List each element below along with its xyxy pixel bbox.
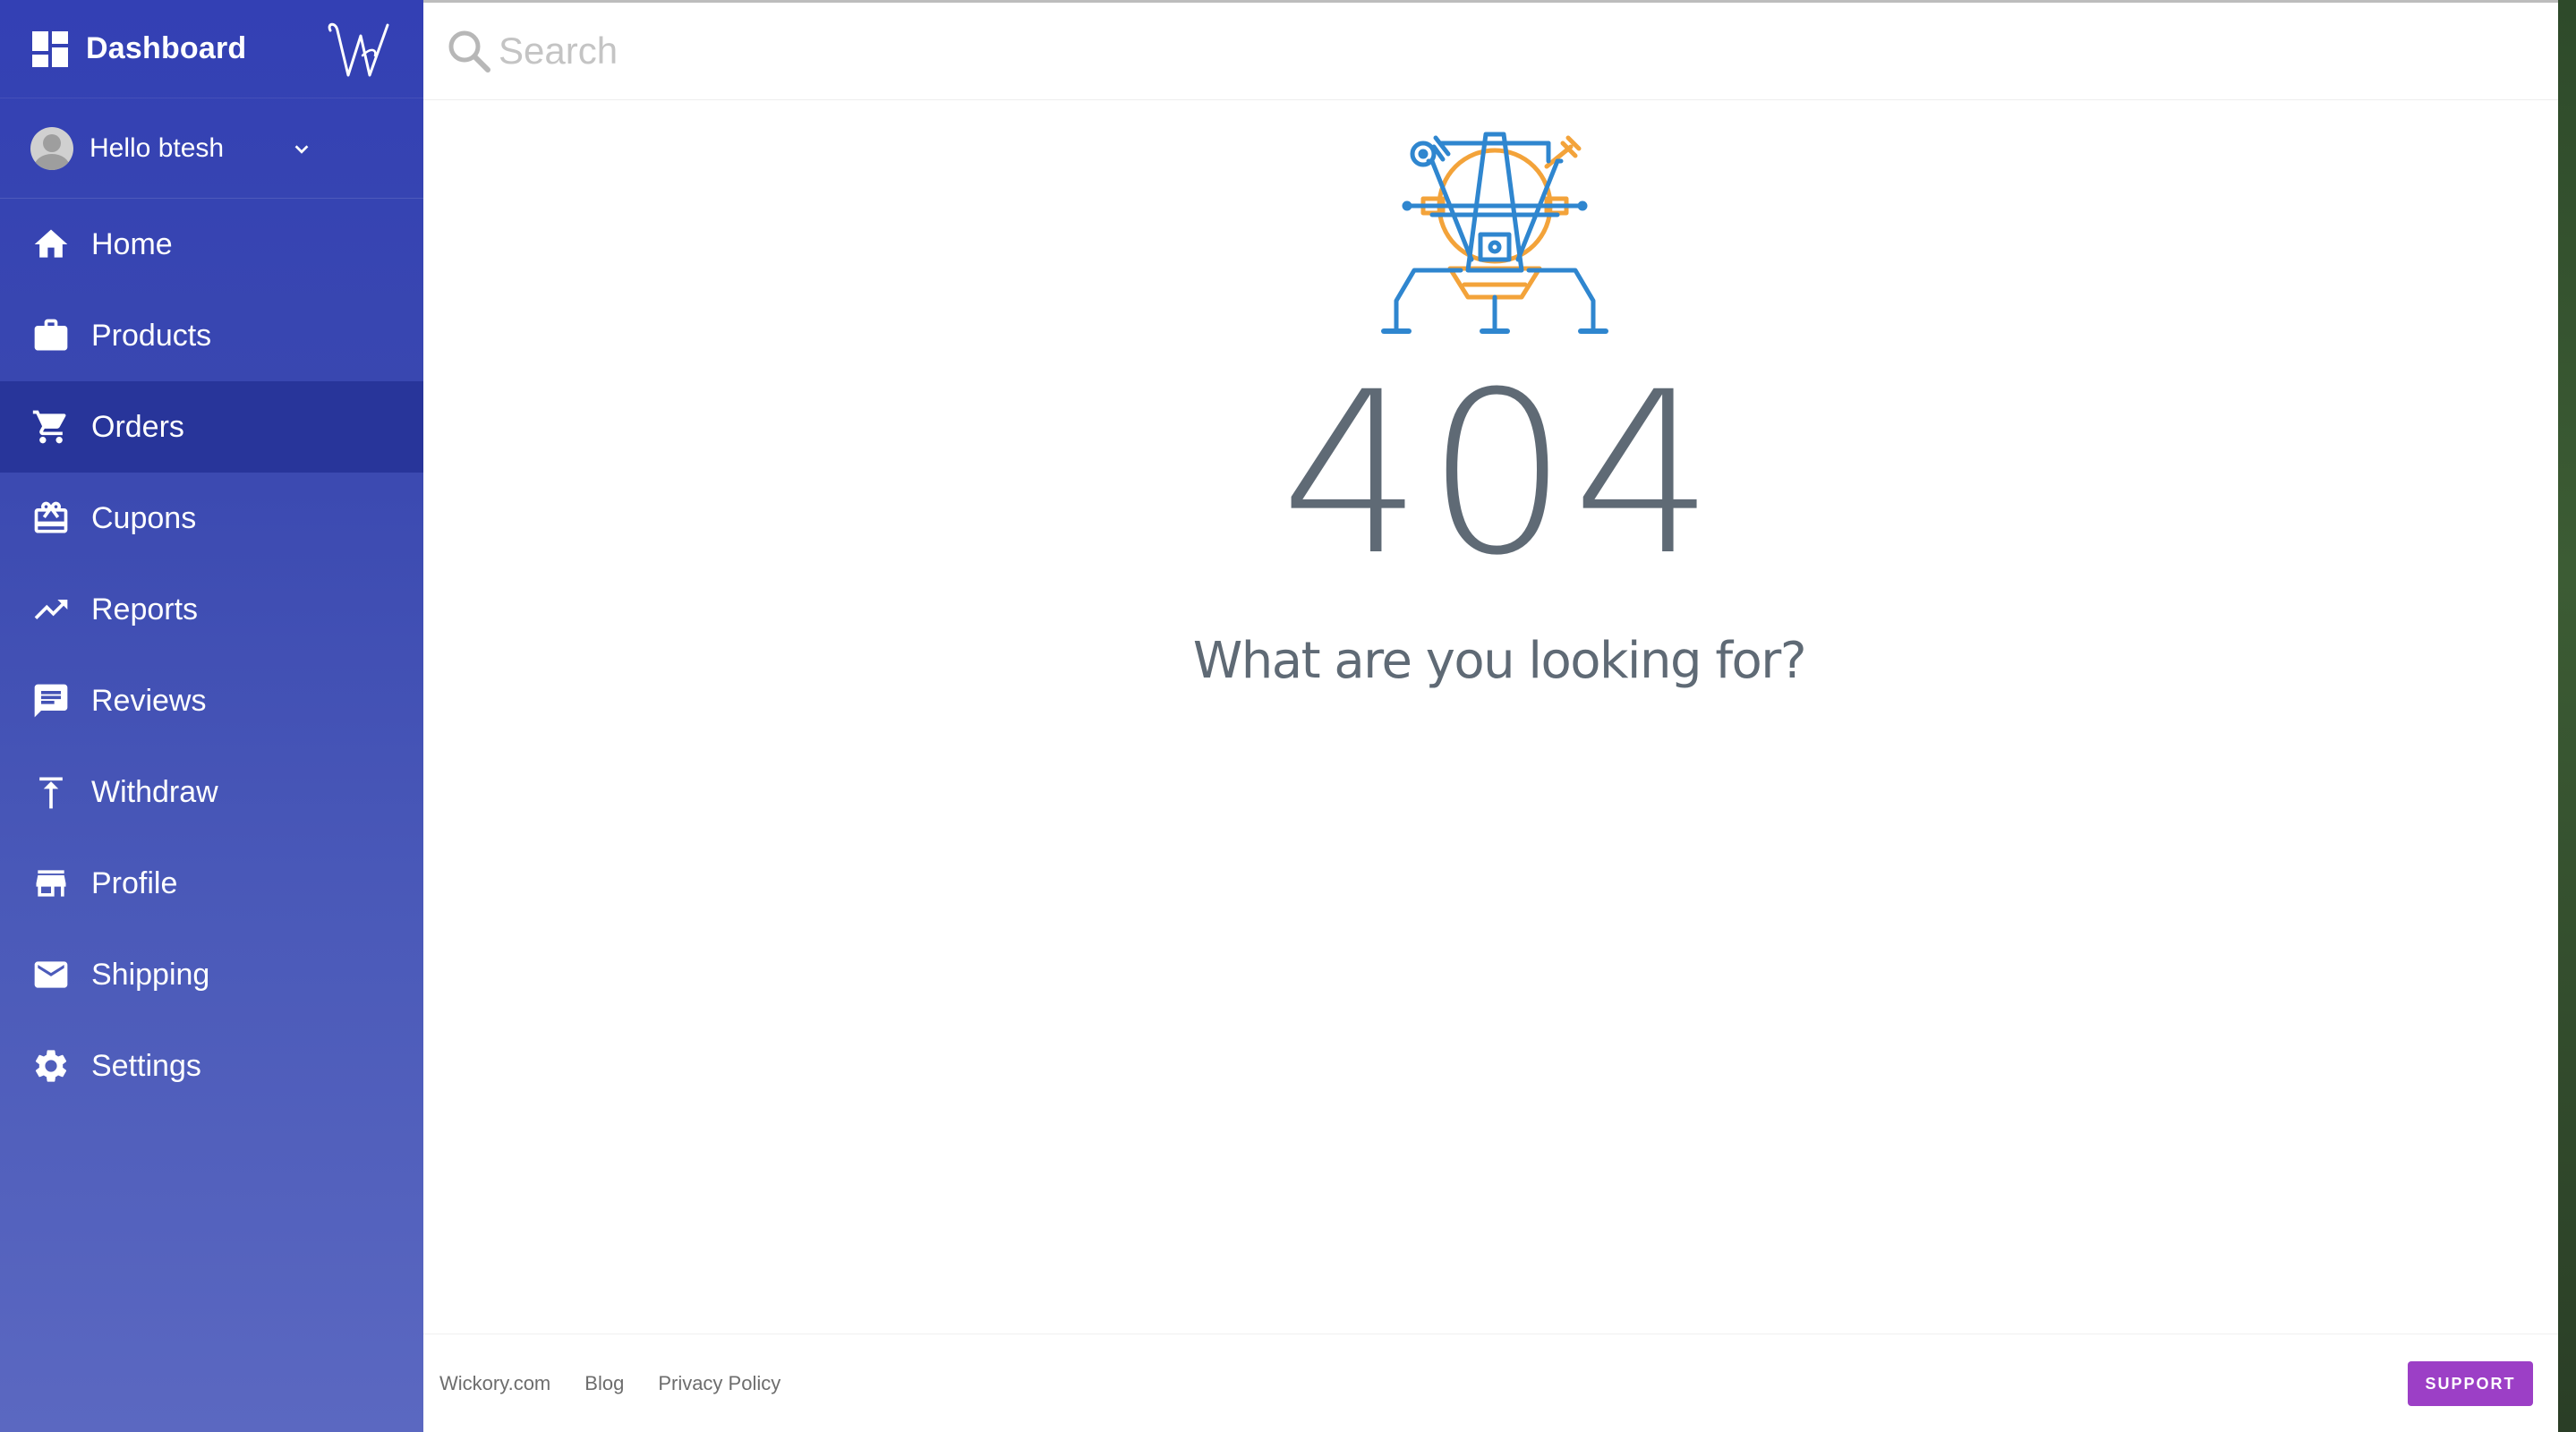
sidebar-item-settings[interactable]: Settings: [0, 1020, 423, 1112]
gear-icon: [30, 1045, 72, 1087]
dashboard-icon: [32, 30, 68, 67]
sidebar-item-home[interactable]: Home: [0, 199, 423, 290]
support-button[interactable]: SUPPORT: [2408, 1361, 2533, 1406]
search-bar: [423, 0, 2576, 100]
error-message: What are you looking for?: [1192, 632, 1807, 690]
sidebar-item-label: Home: [91, 226, 173, 261]
sidebar-item-orders[interactable]: Orders: [0, 381, 423, 473]
search-input[interactable]: [499, 30, 1215, 72]
dashboard-title: Dashboard: [86, 31, 247, 65]
home-icon: [30, 224, 72, 265]
mail-icon: [30, 954, 72, 995]
sidebar-nav: Home Products Orders Cupons Reports Revi…: [0, 199, 423, 1112]
chevron-down-icon[interactable]: [292, 140, 311, 159]
sidebar-item-label: Products: [91, 318, 212, 353]
sidebar: Dashboard Hello btesh Home Products Orde…: [0, 0, 423, 1432]
upload-arrow-icon: [30, 771, 72, 813]
sidebar-item-label: Reviews: [91, 683, 207, 718]
sidebar-brand[interactable]: Dashboard: [0, 0, 423, 98]
footer-link-privacy[interactable]: Privacy Policy: [658, 1372, 780, 1395]
sidebar-item-label: Shipping: [91, 957, 210, 992]
sidebar-item-label: Withdraw: [91, 774, 218, 809]
user-menu[interactable]: Hello btesh: [0, 98, 423, 199]
wickory-logo: [328, 22, 389, 77]
footer-link-wickory[interactable]: Wickory.com: [439, 1372, 550, 1395]
error-code: 404: [1280, 344, 1719, 604]
sidebar-item-label: Profile: [91, 865, 178, 900]
sidebar-item-products[interactable]: Products: [0, 290, 423, 381]
sidebar-item-reviews[interactable]: Reviews: [0, 655, 423, 746]
window-edge: [2558, 0, 2576, 1432]
user-greeting: Hello btesh: [90, 132, 225, 163]
cart-icon: [30, 406, 72, 448]
footer-link-blog[interactable]: Blog: [584, 1372, 624, 1395]
store-icon: [30, 863, 72, 904]
sidebar-item-label: Cupons: [91, 500, 197, 535]
sidebar-item-label: Reports: [91, 592, 199, 626]
sidebar-item-profile[interactable]: Profile: [0, 838, 423, 929]
sidebar-item-label: Settings: [91, 1048, 201, 1083]
sidebar-item-reports[interactable]: Reports: [0, 564, 423, 655]
sidebar-item-withdraw[interactable]: Withdraw: [0, 746, 423, 838]
sidebar-item-label: Orders: [91, 409, 184, 444]
search-icon[interactable]: [445, 27, 493, 75]
comment-icon: [30, 680, 72, 721]
sidebar-item-shipping[interactable]: Shipping: [0, 929, 423, 1020]
gift-card-icon: [30, 498, 72, 539]
briefcase-icon: [30, 315, 72, 356]
lunar-lander-icon: [1381, 132, 1608, 334]
sidebar-item-cupons[interactable]: Cupons: [0, 473, 423, 564]
trending-up-icon: [30, 589, 72, 630]
footer: Wickory.com Blog Privacy Policy SUPPORT: [423, 1334, 2558, 1432]
avatar: [30, 126, 73, 170]
